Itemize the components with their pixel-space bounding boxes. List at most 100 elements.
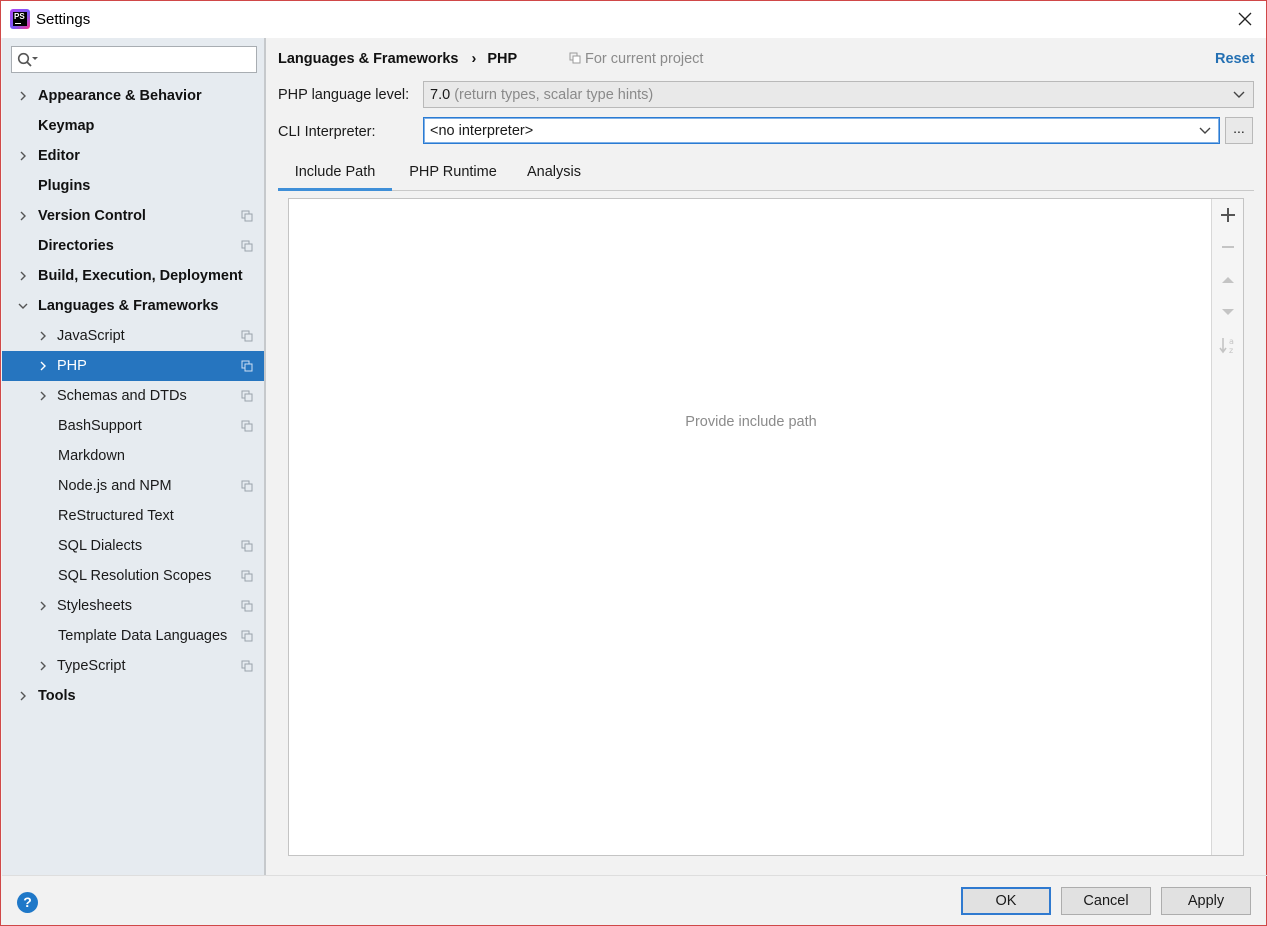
tab-analysis[interactable]: Analysis	[518, 156, 590, 191]
sidebar-item-appearance-behavior[interactable]: Appearance & Behavior	[2, 81, 264, 111]
chevron-right-icon[interactable]	[17, 90, 29, 102]
sort-icon[interactable]: a z	[1218, 335, 1238, 355]
php-tabs: Include Path PHP Runtime Analysis	[278, 156, 1254, 191]
project-scope-icon	[569, 52, 581, 64]
close-icon[interactable]	[1236, 10, 1254, 28]
language-level-value: 7.0	[430, 87, 451, 103]
sidebar-item-directories[interactable]: Directories	[2, 231, 264, 261]
project-scope-icon	[241, 540, 253, 552]
sidebar-item-label: ReStructured Text	[58, 508, 174, 524]
chevron-right-icon[interactable]	[17, 210, 29, 222]
sidebar-item-label: SQL Resolution Scopes	[58, 568, 212, 584]
project-scope-icon	[241, 480, 253, 492]
sidebar-item-restructured-text[interactable]: ReStructured Text	[2, 501, 264, 531]
include-path-toolbar: a z	[1211, 199, 1243, 855]
svg-text:a: a	[1229, 337, 1234, 346]
sidebar-item-stylesheets[interactable]: Stylesheets	[2, 591, 264, 621]
sidebar-item-label: Template Data Languages	[58, 628, 228, 644]
tab-include-path[interactable]: Include Path	[278, 156, 392, 191]
project-scope-icon	[241, 570, 253, 582]
sidebar-item-php[interactable]: PHP	[2, 351, 264, 381]
move-down-icon[interactable]	[1218, 302, 1238, 322]
cancel-button[interactable]: Cancel	[1061, 887, 1151, 915]
scope-indicator: For current project	[569, 51, 703, 67]
project-scope-icon	[241, 330, 253, 342]
breadcrumb: Languages & Frameworks › PHP	[278, 51, 517, 67]
sidebar-item-version-control[interactable]: Version Control	[2, 201, 264, 231]
sidebar-item-plugins[interactable]: Plugins	[2, 171, 264, 201]
project-scope-icon	[241, 210, 253, 222]
include-path-panel[interactable]: Provide include path a z	[288, 198, 1244, 856]
chevron-right-icon[interactable]	[37, 330, 49, 342]
sidebar-item-markdown[interactable]: Markdown	[2, 441, 264, 471]
cli-interpreter-value: <no interpreter>	[430, 123, 534, 139]
language-level-hint: (return types, scalar type hints)	[454, 87, 654, 103]
sidebar-splitter[interactable]	[264, 38, 266, 875]
sidebar-item-label: Languages & Frameworks	[38, 298, 219, 314]
chevron-right-icon[interactable]	[37, 390, 49, 402]
chevron-right-icon[interactable]	[17, 150, 29, 162]
cli-interpreter-select[interactable]: <no interpreter>	[423, 117, 1220, 144]
help-button[interactable]: ?	[17, 892, 38, 913]
sidebar-item-typescript[interactable]: TypeScript	[2, 651, 264, 681]
sidebar-item-label: Version Control	[38, 208, 146, 224]
breadcrumb-separator: ›	[471, 51, 477, 67]
cli-interpreter-label: CLI Interpreter:	[278, 124, 376, 140]
tab-php-runtime[interactable]: PHP Runtime	[398, 156, 508, 191]
chevron-right-icon[interactable]	[17, 270, 29, 282]
phpstorm-icon: PS	[10, 9, 30, 29]
sidebar-item-sql-dialects[interactable]: SQL Dialects	[2, 531, 264, 561]
sidebar-item-bashsupport[interactable]: BashSupport	[2, 411, 264, 441]
sidebar-item-node-js-and-npm[interactable]: Node.js and NPM	[2, 471, 264, 501]
sidebar-item-languages-frameworks[interactable]: Languages & Frameworks	[2, 291, 264, 321]
remove-icon[interactable]	[1218, 237, 1238, 257]
search-input[interactable]	[42, 49, 252, 70]
sidebar-item-label: Markdown	[58, 448, 125, 464]
sidebar-item-label: Stylesheets	[57, 598, 132, 614]
sidebar-item-label: TypeScript	[57, 658, 126, 674]
breadcrumb-item-php: PHP	[487, 51, 518, 67]
sidebar-item-label: Appearance & Behavior	[38, 88, 202, 104]
apply-button[interactable]: Apply	[1161, 887, 1251, 915]
search-icon[interactable]	[17, 52, 39, 68]
sidebar-item-tools[interactable]: Tools	[2, 681, 264, 711]
chevron-right-icon[interactable]	[37, 660, 49, 672]
sidebar-item-sql-resolution-scopes[interactable]: SQL Resolution Scopes	[2, 561, 264, 591]
chevron-down-icon	[1233, 91, 1245, 98]
move-up-icon[interactable]	[1218, 270, 1238, 290]
sidebar-item-template-data-languages[interactable]: Template Data Languages	[2, 621, 264, 651]
project-scope-icon	[241, 660, 253, 672]
language-level-select[interactable]: 7.0 (return types, scalar type hints)	[423, 81, 1254, 108]
sidebar-item-label: Tools	[38, 688, 76, 704]
chevron-right-icon[interactable]	[37, 360, 49, 372]
sidebar-item-label: Node.js and NPM	[58, 478, 172, 494]
sidebar-item-build-execution-deployment[interactable]: Build, Execution, Deployment	[2, 261, 264, 291]
title-bar: PS Settings	[1, 1, 1266, 38]
reset-link[interactable]: Reset	[1215, 51, 1255, 67]
chevron-right-icon[interactable]	[17, 690, 29, 702]
breadcrumb-item-languages[interactable]: Languages & Frameworks	[278, 51, 459, 67]
sidebar-item-javascript[interactable]: JavaScript	[2, 321, 264, 351]
sidebar-item-label: PHP	[57, 358, 87, 374]
sidebar-item-label: Editor	[38, 148, 80, 164]
project-scope-icon	[241, 390, 253, 402]
sidebar-item-label: Schemas and DTDs	[57, 388, 187, 404]
chevron-down-icon[interactable]	[17, 300, 29, 312]
svg-text:z: z	[1229, 346, 1233, 355]
sidebar-item-label: BashSupport	[58, 418, 142, 434]
sidebar-item-editor[interactable]: Editor	[2, 141, 264, 171]
sidebar-item-label: Directories	[38, 238, 114, 254]
sidebar-item-label: Keymap	[38, 118, 95, 134]
scope-label: For current project	[585, 51, 704, 67]
ok-button[interactable]: OK	[961, 887, 1051, 915]
project-scope-icon	[241, 630, 253, 642]
add-icon[interactable]	[1218, 205, 1238, 225]
settings-sidebar: Appearance & Behavior Keymap Editor Plugins…	[2, 38, 264, 875]
sidebar-item-keymap[interactable]: Keymap	[2, 111, 264, 141]
sidebar-item-label: SQL Dialects	[58, 538, 143, 554]
sidebar-item-schemas-and-dtds[interactable]: Schemas and DTDs	[2, 381, 264, 411]
browse-interpreter-button[interactable]: ...	[1225, 117, 1253, 144]
project-scope-icon	[241, 420, 253, 432]
chevron-right-icon[interactable]	[37, 600, 49, 612]
settings-search[interactable]	[11, 46, 257, 73]
